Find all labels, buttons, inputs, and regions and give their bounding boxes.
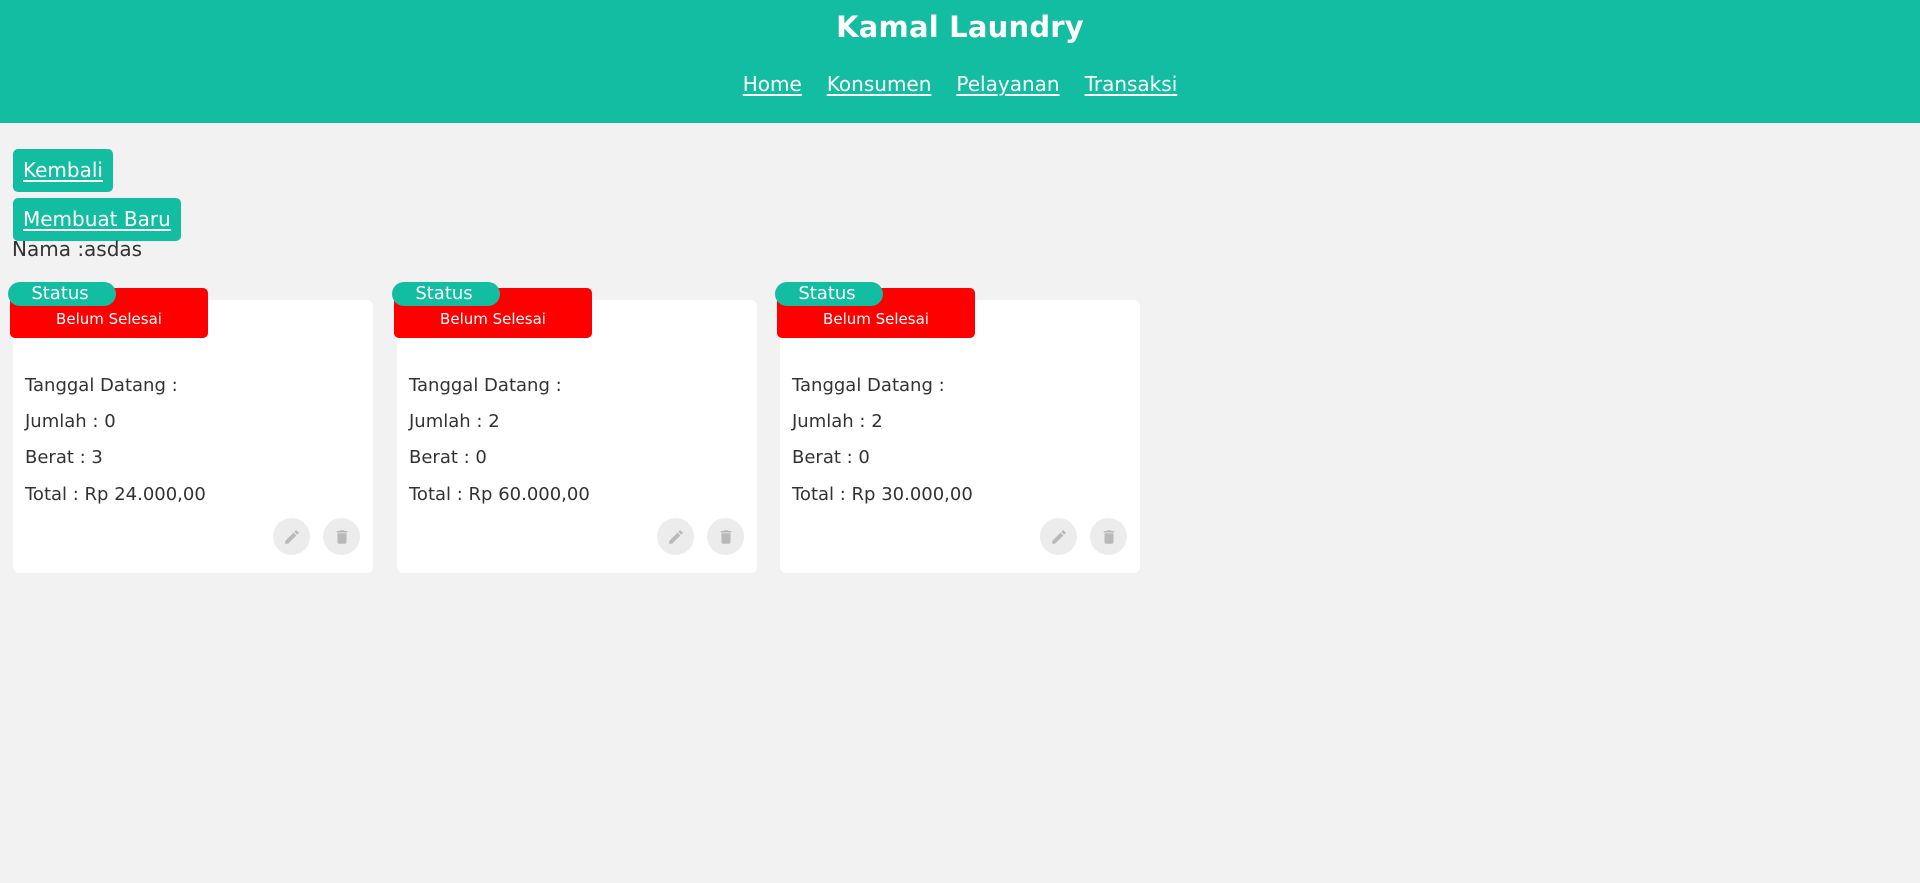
total-price: Total : Rp 24.000,00 [25,484,206,505]
delete-button[interactable] [1090,518,1127,555]
edit-button[interactable] [1040,518,1077,555]
app-header: Kamal Laundry Home Konsumen Pelayanan Tr… [0,0,1920,123]
item-count: Jumlah : 0 [25,411,116,432]
transaction-card: Belum Selesai Status Tanggal Datang : Ju… [775,282,1140,573]
trash-icon [720,529,731,544]
transaction-card: Belum Selesai Status Tanggal Datang : Ju… [392,282,757,573]
status-value: Belum Selesai [56,310,162,328]
status-label: Status [8,282,116,306]
arrival-date: Tanggal Datang : [792,375,945,396]
delete-button[interactable] [707,518,744,555]
nav-transaksi-link[interactable]: Transaksi [1085,72,1178,96]
weight: Berat : 0 [409,447,487,468]
nav-konsumen-link[interactable]: Konsumen [827,72,932,96]
delete-button[interactable] [323,518,360,555]
main-nav: Home Konsumen Pelayanan Transaksi [0,72,1920,96]
weight: Berat : 0 [792,447,870,468]
edit-button[interactable] [657,518,694,555]
pencil-icon [1051,529,1066,544]
site-title: Kamal Laundry [836,10,1084,44]
arrival-date: Tanggal Datang : [25,375,178,396]
status-value: Belum Selesai [440,310,546,328]
edit-button[interactable] [273,518,310,555]
pencil-icon [668,529,683,544]
status-value: Belum Selesai [823,310,929,328]
transaction-card: Belum Selesai Status Tanggal Datang : Ju… [8,282,373,573]
create-new-button[interactable]: Membuat Baru [13,198,181,241]
nav-pelayanan-link[interactable]: Pelayanan [956,72,1059,96]
item-count: Jumlah : 2 [792,411,883,432]
total-price: Total : Rp 60.000,00 [409,484,590,505]
pencil-icon [284,529,299,544]
trash-icon [1103,529,1114,544]
weight: Berat : 3 [25,447,103,468]
trash-icon [336,529,347,544]
back-button[interactable]: Kembali [13,149,113,192]
item-count: Jumlah : 2 [409,411,500,432]
total-price: Total : Rp 30.000,00 [792,484,973,505]
customer-name: Nama :asdas [12,237,143,261]
nav-home-link[interactable]: Home [743,72,802,96]
arrival-date: Tanggal Datang : [409,375,562,396]
status-label: Status [775,282,883,306]
status-label: Status [392,282,500,306]
